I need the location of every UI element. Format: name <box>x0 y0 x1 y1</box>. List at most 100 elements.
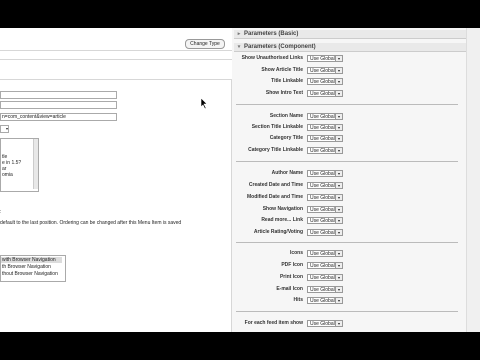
param-label: Author Name <box>271 170 303 176</box>
divider <box>236 104 458 105</box>
feed-item-select[interactable]: Use Global ▾ <box>307 320 343 327</box>
param-label: Icons <box>289 250 303 256</box>
chevron-down-icon: ▾ <box>335 56 342 61</box>
parent-item-listbox[interactable]: tle e in 1.5? ar omia <box>0 138 39 192</box>
section-title: Parameters (Component) <box>244 44 316 50</box>
select-value: Use Global <box>310 218 335 224</box>
select-value: Use Global <box>310 56 335 62</box>
param-label: Created Date and Time <box>248 182 303 188</box>
chevron-down-icon: ▾ <box>335 321 342 326</box>
param-label: For each feed item show <box>244 320 303 326</box>
menu-item-details-panel: Change Type n=com_content&view=article ▾… <box>0 28 232 332</box>
display-in-select[interactable]: ▾ <box>0 125 9 133</box>
param-label: Show Article Title <box>261 67 303 73</box>
param-label: Show Intro Text <box>265 90 303 96</box>
show-unauthorised-links-select[interactable]: Use Global ▾ <box>307 55 343 62</box>
parameters-component-header[interactable]: ▾ Parameters (Component) <box>234 43 466 52</box>
order-value: : <box>0 209 2 215</box>
triangle-right-icon: ▸ <box>237 31 241 37</box>
chevron-down-icon: ▾ <box>335 298 342 303</box>
triangle-down-icon: ▾ <box>237 44 241 50</box>
chevron-down-icon: ▾ <box>335 287 342 292</box>
title-linkable-select[interactable]: Use Global ▾ <box>307 78 343 85</box>
select-value: Use Global <box>310 91 335 97</box>
category-title-select[interactable]: Use Global ▾ <box>307 135 343 142</box>
select-value: Use Global <box>310 287 335 293</box>
param-label: E-mail Icon <box>276 286 303 292</box>
select-value: Use Global <box>310 148 335 154</box>
category-title-linkable-select[interactable]: Use Global ▾ <box>307 147 343 154</box>
chevron-down-icon: ▾ <box>335 275 342 280</box>
chevron-down-icon: ▾ <box>335 218 342 223</box>
parameters-basic-header[interactable]: ▸ Parameters (Basic) <box>234 30 466 39</box>
list-item[interactable]: th Browser Navigation <box>2 264 51 270</box>
modified-date-select[interactable]: Use Global ▾ <box>307 194 343 201</box>
icons-select[interactable]: Use Global ▾ <box>307 250 343 257</box>
param-label: Category Title Linkable <box>248 147 303 153</box>
param-label: Show Navigation <box>262 206 303 212</box>
select-value: Use Global <box>310 251 335 257</box>
param-label: Article Rating/Voting <box>253 229 303 235</box>
select-value: Use Global <box>310 298 335 304</box>
email-icon-select[interactable]: Use Global ▾ <box>307 286 343 293</box>
divider <box>236 242 458 243</box>
article-rating-select[interactable]: Use Global ▾ <box>307 229 343 236</box>
created-date-select[interactable]: Use Global ▾ <box>307 182 343 189</box>
fieldset-top <box>0 79 232 80</box>
param-label: Hits <box>293 297 303 303</box>
chevron-down-icon: ▾ <box>335 263 342 268</box>
scrollbar-gutter[interactable] <box>466 28 480 332</box>
chevron-down-icon: ▾ <box>335 207 342 212</box>
chevron-down-icon: ▾ <box>335 148 342 153</box>
print-icon-select[interactable]: Use Global ▾ <box>307 274 343 281</box>
chevron-down-icon: ▾ <box>335 251 342 256</box>
param-label: Read more... Link <box>261 217 303 223</box>
section-title: Parameters (Basic) <box>244 31 299 37</box>
select-value: Use Global <box>310 79 335 85</box>
list-item[interactable]: omia <box>2 172 13 178</box>
divider <box>0 50 232 51</box>
show-navigation-select[interactable]: Use Global ▾ <box>307 206 343 213</box>
title-input[interactable] <box>0 91 117 99</box>
section-name-select[interactable]: Use Global ▾ <box>307 113 343 120</box>
divider <box>0 59 232 60</box>
show-intro-text-select[interactable]: Use Global ▾ <box>307 90 343 97</box>
chevron-down-icon: ▾ <box>335 68 342 73</box>
chevron-down-icon: ▾ <box>335 79 342 84</box>
select-value: Use Global <box>310 171 335 177</box>
author-name-select[interactable]: Use Global ▾ <box>307 170 343 177</box>
section-title-linkable-select[interactable]: Use Global ▾ <box>307 124 343 131</box>
ordering-note: default to the last position. Ordering c… <box>0 220 182 226</box>
alias-input[interactable] <box>0 101 117 109</box>
mouse-cursor-icon <box>200 98 208 110</box>
list-item[interactable]: with Browser Navigation <box>1 257 62 263</box>
param-label: Section Title Linkable <box>251 124 303 130</box>
param-label: Title Linkable <box>271 78 303 84</box>
pdf-icon-select[interactable]: Use Global ▾ <box>307 262 343 269</box>
param-label: PDF Icon <box>281 262 303 268</box>
chevron-down-icon: ▾ <box>335 136 342 141</box>
select-value: Use Global <box>310 195 335 201</box>
chevron-down-icon: ▾ <box>335 183 342 188</box>
param-label: Category Title <box>269 135 303 141</box>
target-window-listbox[interactable]: with Browser Navigation th Browser Navig… <box>0 255 66 282</box>
param-label: Print Icon <box>279 274 303 280</box>
select-value: Use Global <box>310 183 335 189</box>
screenshot-area: Change Type n=com_content&view=article ▾… <box>0 28 480 332</box>
list-item[interactable]: thout Browser Navigation <box>2 271 58 277</box>
show-article-title-select[interactable]: Use Global ▾ <box>307 67 343 74</box>
select-value: Use Global <box>310 114 335 120</box>
read-more-link-select[interactable]: Use Global ▾ <box>307 217 343 224</box>
param-label: Show Unauthorised Links <box>241 55 303 61</box>
hits-select[interactable]: Use Global ▾ <box>307 297 343 304</box>
chevron-down-icon: ▾ <box>335 114 342 119</box>
chevron-down-icon: ▾ <box>335 125 342 130</box>
listbox-scrollbar[interactable] <box>33 139 38 189</box>
chevron-down-icon: ▾ <box>5 126 8 131</box>
select-value: Use Global <box>310 68 335 74</box>
link-input[interactable]: n=com_content&view=article <box>0 113 117 121</box>
change-type-button[interactable]: Change Type <box>185 39 225 49</box>
select-value: Use Global <box>310 125 335 131</box>
chevron-down-icon: ▾ <box>335 91 342 96</box>
chevron-down-icon: ▾ <box>335 230 342 235</box>
